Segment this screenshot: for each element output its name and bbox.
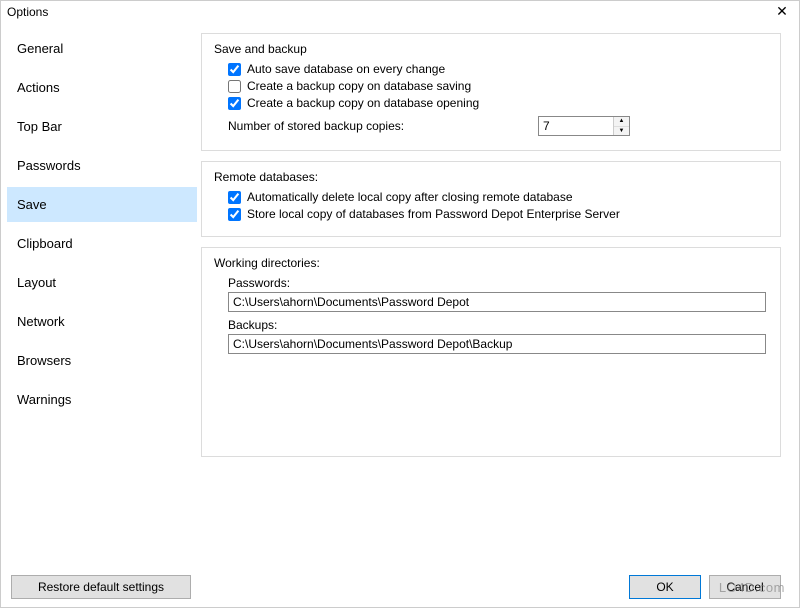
spinner-up-icon[interactable]: ▲	[614, 117, 629, 127]
section-title-working-dirs: Working directories:	[214, 256, 768, 270]
sidebar-item-save[interactable]: Save	[7, 187, 197, 222]
footer: Restore default settings OK Cancel	[1, 567, 799, 607]
label-backup-on-save: Create a backup copy on database saving	[247, 79, 471, 93]
spinner-num-backups[interactable]: ▲ ▼	[538, 116, 630, 136]
sidebar-item-passwords[interactable]: Passwords	[7, 148, 197, 183]
label-num-backups: Number of stored backup copies:	[228, 119, 538, 133]
checkbox-store-local[interactable]	[228, 208, 241, 221]
input-num-backups[interactable]	[539, 117, 613, 135]
sidebar: General Actions Top Bar Passwords Save C…	[1, 23, 197, 565]
sidebar-item-network[interactable]: Network	[7, 304, 197, 339]
sidebar-item-general[interactable]: General	[7, 31, 197, 66]
sidebar-item-actions[interactable]: Actions	[7, 70, 197, 105]
section-title-save-backup: Save and backup	[214, 42, 768, 56]
label-store-local: Store local copy of databases from Passw…	[247, 207, 620, 221]
window-title: Options	[7, 5, 48, 19]
restore-defaults-button[interactable]: Restore default settings	[11, 575, 191, 599]
checkbox-auto-delete-local[interactable]	[228, 191, 241, 204]
input-backups-dir[interactable]	[228, 334, 766, 354]
label-auto-save: Auto save database on every change	[247, 62, 445, 76]
ok-button[interactable]: OK	[629, 575, 701, 599]
sidebar-item-layout[interactable]: Layout	[7, 265, 197, 300]
input-passwords-dir[interactable]	[228, 292, 766, 312]
cancel-button[interactable]: Cancel	[709, 575, 781, 599]
sidebar-item-browsers[interactable]: Browsers	[7, 343, 197, 378]
checkbox-backup-on-open[interactable]	[228, 97, 241, 110]
sidebar-item-warnings[interactable]: Warnings	[7, 382, 197, 417]
label-backup-on-open: Create a backup copy on database opening	[247, 96, 479, 110]
close-icon[interactable]: ✕	[773, 3, 791, 20]
label-auto-delete-local: Automatically delete local copy after cl…	[247, 190, 573, 204]
checkbox-backup-on-save[interactable]	[228, 80, 241, 93]
titlebar: Options ✕	[1, 1, 799, 23]
content-area: General Actions Top Bar Passwords Save C…	[1, 23, 799, 565]
checkbox-auto-save[interactable]	[228, 63, 241, 76]
label-backups-dir: Backups:	[228, 318, 768, 332]
section-working-dirs: Working directories: Passwords: Backups:	[201, 247, 781, 457]
label-passwords-dir: Passwords:	[228, 276, 768, 290]
sidebar-item-top-bar[interactable]: Top Bar	[7, 109, 197, 144]
section-remote: Remote databases: Automatically delete l…	[201, 161, 781, 237]
sidebar-item-clipboard[interactable]: Clipboard	[7, 226, 197, 261]
section-title-remote: Remote databases:	[214, 170, 768, 184]
main-panel: Save and backup Auto save database on ev…	[197, 23, 799, 565]
spinner-down-icon[interactable]: ▼	[614, 127, 629, 136]
section-save-backup: Save and backup Auto save database on ev…	[201, 33, 781, 151]
